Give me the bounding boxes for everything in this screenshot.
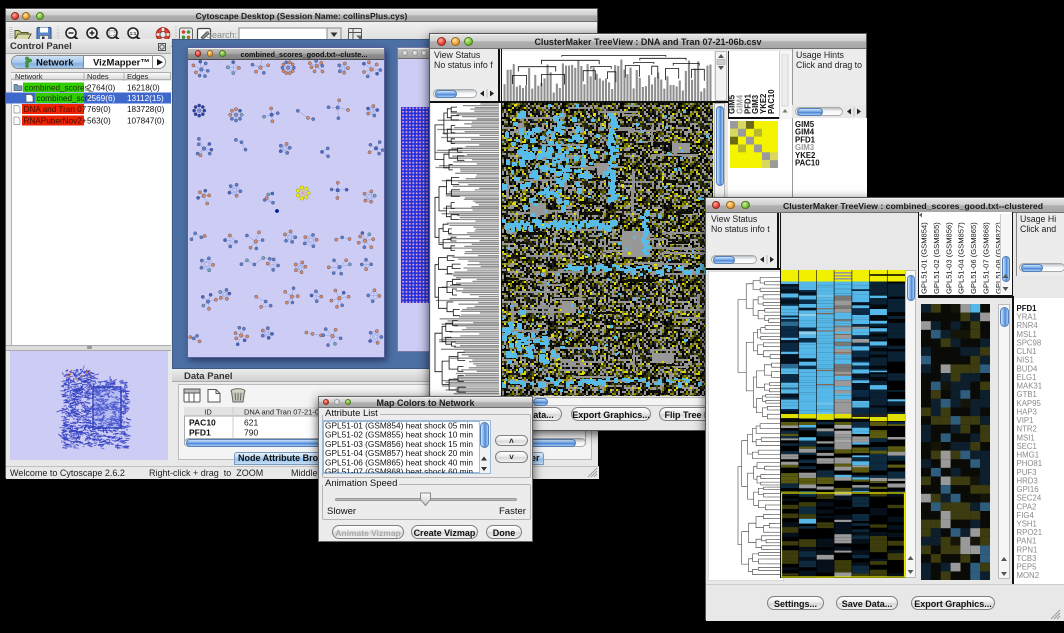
svg-text:Nodes: Nodes xyxy=(87,72,109,81)
svg-text:GPL51-04 (GSM857): GPL51-04 (GSM857) xyxy=(957,222,966,294)
svg-text:183728(0): 183728(0) xyxy=(127,105,165,114)
svg-text:combined_sco: combined_sco xyxy=(37,94,90,103)
svg-text:2764(0): 2764(0) xyxy=(87,84,115,93)
svg-text:GPL51-06 (GSM865): GPL51-06 (GSM865) xyxy=(969,222,978,294)
svg-text:combined_scores_: combined_scores_ xyxy=(25,84,94,93)
svg-text:621: 621 xyxy=(244,418,258,428)
svg-text:2569(6): 2569(6) xyxy=(87,94,115,103)
svg-text:DNA and Tran 07-21-06b: DNA and Tran 07-21-06b xyxy=(244,408,327,417)
svg-text:107847(0): 107847(0) xyxy=(127,117,165,126)
svg-text:16218(0): 16218(0) xyxy=(127,84,160,93)
svg-text:MON2: MON2 xyxy=(1017,571,1040,580)
svg-text:Network: Network xyxy=(15,72,43,81)
svg-text:ID: ID xyxy=(204,408,212,417)
svg-text:PFD1: PFD1 xyxy=(189,428,211,438)
svg-text:HMG1: HMG1 xyxy=(1017,451,1040,460)
svg-text:GPL51-07 (GSM868) heat shock 6: GPL51-07 (GSM868) heat shock 60 min xyxy=(325,467,473,474)
svg-text:HAP3: HAP3 xyxy=(1017,407,1037,416)
svg-text:PAC10: PAC10 xyxy=(795,159,820,168)
svg-text:PAC10: PAC10 xyxy=(189,418,216,428)
svg-text:1:1: 1:1 xyxy=(130,31,137,36)
svg-text:769(0): 769(0) xyxy=(87,105,111,114)
svg-text:GPL51-01 (GSM854): GPL51-01 (GSM854) xyxy=(920,222,929,294)
svg-text:PAC10: PAC10 xyxy=(767,89,776,114)
svg-text:790: 790 xyxy=(244,428,258,438)
svg-text:RNAPuberNov2+: RNAPuberNov2+ xyxy=(24,117,87,126)
svg-text:SEC24: SEC24 xyxy=(1017,494,1042,503)
svg-text:GPL51-07 (GSM868): GPL51-07 (GSM868) xyxy=(982,222,991,294)
svg-text:Edges: Edges xyxy=(127,72,149,81)
svg-text:VizMapper™: VizMapper™ xyxy=(93,58,150,69)
svg-text:GPL51-02 (GSM855): GPL51-02 (GSM855) xyxy=(932,222,941,294)
svg-text:13112(15): 13112(15) xyxy=(127,94,164,103)
svg-text:DNA and Tran 07: DNA and Tran 07 xyxy=(24,105,87,114)
svg-text:RNR4: RNR4 xyxy=(1017,321,1039,330)
svg-text:BUD4: BUD4 xyxy=(1017,364,1038,373)
svg-text:Network: Network xyxy=(36,58,74,69)
svg-text:GPL51-03 (GSM856): GPL51-03 (GSM856) xyxy=(944,222,953,294)
svg-text:PAN1: PAN1 xyxy=(1017,537,1037,546)
svg-text:563(0): 563(0) xyxy=(87,117,111,126)
